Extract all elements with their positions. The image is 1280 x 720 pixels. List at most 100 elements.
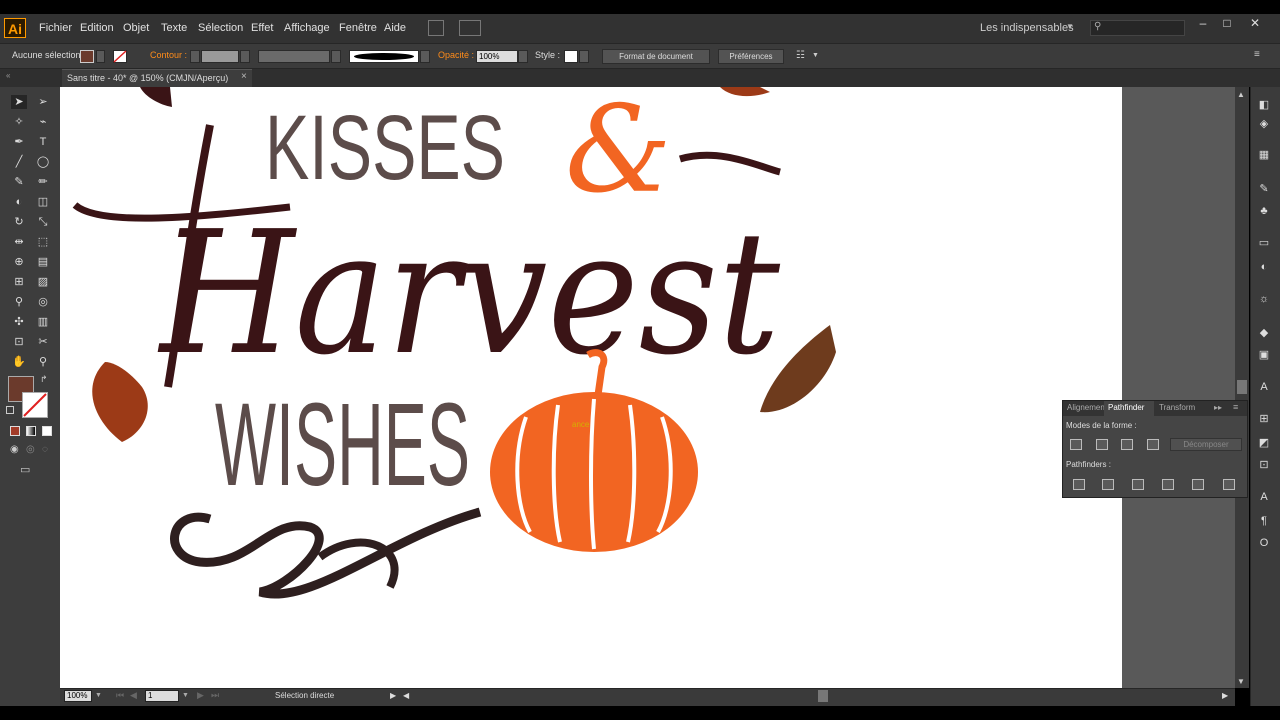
width-tool-icon[interactable]: ⇹ — [11, 235, 27, 249]
paintbrush-tool-icon[interactable]: ✎ — [11, 175, 27, 189]
crop-icon[interactable] — [1162, 479, 1174, 490]
color-guide-icon[interactable]: ◈ — [1257, 117, 1271, 131]
layers-icon[interactable]: ◆ — [1257, 326, 1271, 340]
scale-tool-icon[interactable]: ⤡ — [35, 215, 51, 229]
opentype-icon[interactable]: O — [1257, 536, 1271, 550]
stroke-panel-icon[interactable]: ▭ — [1257, 236, 1271, 250]
stroke-label[interactable]: Contour : — [150, 50, 187, 60]
tab-pathfinder[interactable]: Pathfinder — [1108, 403, 1144, 412]
blob-brush-tool-icon[interactable]: ◐ — [11, 195, 27, 209]
collapse-icon[interactable]: « — [6, 71, 10, 80]
rotate-tool-icon[interactable]: ↻ — [11, 215, 27, 229]
panel-menu-icon[interactable]: ≡ — [1254, 49, 1260, 60]
zoom-tool-icon[interactable]: ⚲ — [35, 355, 51, 369]
symbol-sprayer-tool-icon[interactable]: ✣ — [11, 315, 27, 329]
divide-icon[interactable] — [1073, 479, 1085, 490]
swap-colors-icon[interactable]: ↱ — [40, 374, 48, 385]
menu-objet[interactable]: Objet — [123, 22, 149, 34]
opacity-field[interactable]: 100% — [476, 50, 518, 63]
status-menu-icon[interactable]: ▶ — [390, 691, 396, 700]
expand-panel-icon[interactable]: ▸▸ — [1214, 403, 1222, 412]
workspace-switcher[interactable]: Les indispensables — [980, 22, 1074, 34]
menu-edition[interactable]: Edition — [80, 22, 114, 34]
pathfinder-icon[interactable]: ◩ — [1257, 436, 1271, 450]
preferences-button[interactable]: Préférences — [718, 49, 784, 64]
vertical-scroll-thumb[interactable] — [1237, 380, 1247, 394]
gradient-mode-icon[interactable] — [26, 426, 36, 436]
menu-effet[interactable]: Effet — [251, 22, 273, 34]
screen-mode-icon[interactable]: ▭ — [20, 463, 30, 476]
ellipse-tool-icon[interactable]: ◯ — [35, 155, 51, 169]
swatches-icon[interactable]: ▦ — [1257, 148, 1271, 162]
chevron-down-icon[interactable]: ▼ — [95, 692, 102, 699]
stroke-weight-field[interactable] — [201, 50, 239, 63]
menu-affichage[interactable]: Affichage — [284, 22, 330, 34]
symbols-icon[interactable]: ♣ — [1257, 204, 1271, 218]
chevron-down-icon[interactable] — [420, 50, 430, 63]
blend-tool-icon[interactable]: ◎ — [35, 295, 51, 309]
minus-front-icon[interactable] — [1096, 439, 1108, 450]
character-styles-icon[interactable]: A — [1257, 490, 1271, 504]
bridge-icon[interactable] — [428, 20, 444, 36]
type-tool-icon[interactable]: T — [35, 135, 51, 149]
none-mode-icon[interactable] — [42, 426, 52, 436]
chevron-down-icon[interactable] — [579, 50, 589, 63]
magic-wand-tool-icon[interactable]: ✧ — [11, 115, 27, 129]
maximize-button[interactable]: □ — [1220, 16, 1234, 30]
intersect-icon[interactable] — [1121, 439, 1133, 450]
pen-tool-icon[interactable]: ✒ — [11, 135, 27, 149]
chevron-down-icon[interactable] — [240, 50, 250, 63]
fill-swatch[interactable] — [80, 50, 94, 63]
paragraph-icon[interactable]: ¶ — [1257, 514, 1271, 528]
previous-artboard-icon[interactable]: ◀ — [130, 690, 137, 701]
menu-fichier[interactable]: Fichier — [39, 22, 72, 34]
close-tab-button[interactable]: × — [241, 71, 247, 82]
selection-tool-icon[interactable]: ➤ — [11, 95, 27, 109]
panel-menu-icon[interactable]: ≡ — [1233, 402, 1238, 412]
free-transform-tool-icon[interactable]: ⬚ — [35, 235, 51, 249]
next-artboard-icon[interactable]: ▶ — [197, 690, 204, 701]
unite-icon[interactable] — [1070, 439, 1082, 450]
artboard-number-field[interactable]: 1 — [145, 690, 179, 702]
mesh-tool-icon[interactable]: ⊞ — [11, 275, 27, 289]
color-mode-icon[interactable] — [10, 426, 20, 436]
scroll-up-icon[interactable]: ▲ — [1237, 90, 1245, 99]
arrange-icon[interactable]: ☷ — [796, 50, 805, 61]
tab-transform[interactable]: Transform — [1159, 403, 1195, 412]
eraser-tool-icon[interactable]: ◫ — [35, 195, 51, 209]
close-button[interactable]: ✕ — [1248, 16, 1262, 30]
menu-selection[interactable]: Sélection — [198, 22, 243, 34]
gradient-tool-icon[interactable]: ▨ — [35, 275, 51, 289]
transparency-icon[interactable]: ◐ — [1257, 260, 1271, 274]
transform-icon[interactable]: ⊡ — [1257, 458, 1271, 472]
menu-aide[interactable]: Aide — [384, 22, 406, 34]
document-format-button[interactable]: Format de document — [602, 49, 710, 64]
line-tool-icon[interactable]: ╱ — [11, 155, 27, 169]
draw-behind-icon[interactable]: ◎ — [26, 444, 35, 455]
menu-texte[interactable]: Texte — [161, 22, 187, 34]
slice-tool-icon[interactable]: ✂ — [35, 335, 51, 349]
artboards-icon[interactable]: ▣ — [1257, 348, 1271, 362]
scroll-left-icon[interactable]: ◀ — [403, 691, 409, 700]
character-icon[interactable]: A — [1257, 380, 1271, 394]
color-panel-icon[interactable]: ◧ — [1257, 98, 1271, 112]
lasso-tool-icon[interactable]: ⌁ — [35, 115, 51, 129]
minus-back-icon[interactable] — [1223, 479, 1235, 490]
merge-icon[interactable] — [1132, 479, 1144, 490]
opacity-label[interactable]: Opacité : — [438, 50, 474, 60]
eyedropper-tool-icon[interactable]: ⚲ — [11, 295, 27, 309]
chevron-down-icon[interactable] — [331, 50, 341, 63]
perspective-grid-tool-icon[interactable]: ▤ — [35, 255, 51, 269]
zoom-field[interactable]: 100% — [64, 690, 92, 702]
stroke-stepper[interactable] — [190, 50, 200, 63]
outline-icon[interactable] — [1192, 479, 1204, 490]
search-input[interactable] — [1090, 20, 1185, 36]
variable-width-profile[interactable] — [258, 50, 330, 63]
artboard[interactable]: KISSES & Harvest WISHES ance — [60, 87, 1122, 688]
draw-inside-icon[interactable]: ◌ — [42, 444, 48, 455]
brushes-icon[interactable]: ✎ — [1257, 182, 1271, 196]
graph-tool-icon[interactable]: ▥ — [35, 315, 51, 329]
last-artboard-icon[interactable]: ⏭ — [211, 690, 219, 701]
scroll-down-icon[interactable]: ▼ — [1237, 677, 1245, 686]
horizontal-scroll-thumb[interactable] — [818, 690, 828, 702]
